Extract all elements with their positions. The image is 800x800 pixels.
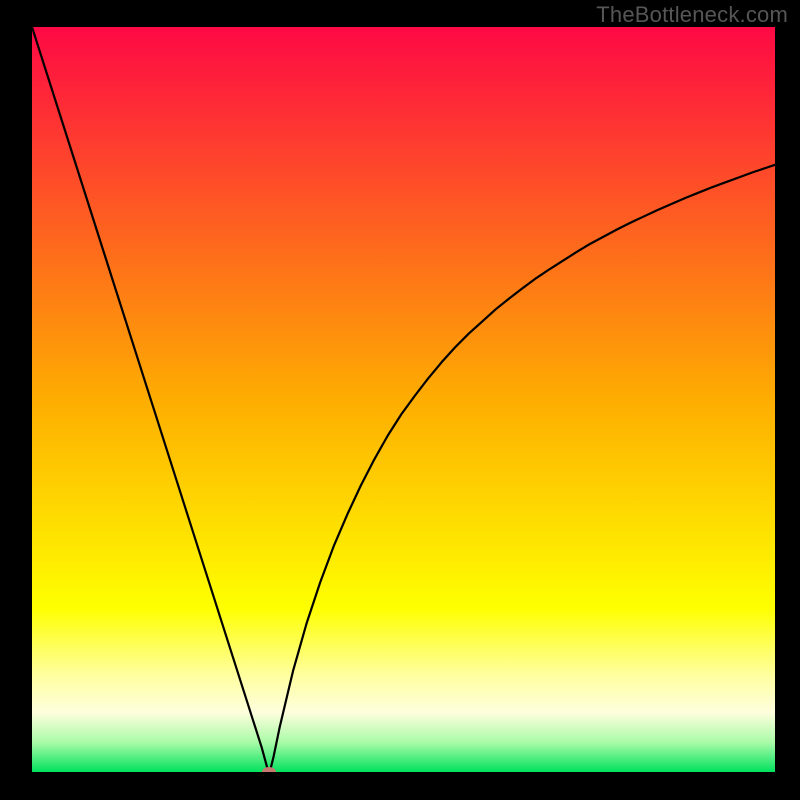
chart-frame: TheBottleneck.com [0,0,800,800]
chart-plot [32,27,775,772]
watermark-text: TheBottleneck.com [596,2,788,28]
